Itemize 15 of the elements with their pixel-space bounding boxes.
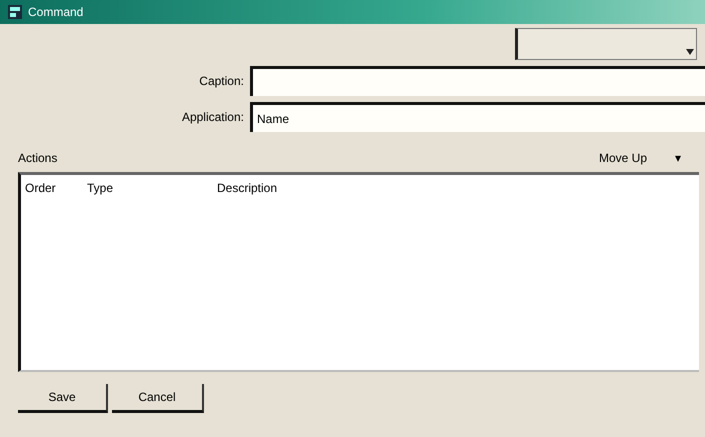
input-field[interactable]: Name [250, 102, 705, 132]
list-box[interactable]: Order Type Description [18, 172, 699, 372]
save-button[interactable]: Save [18, 384, 108, 413]
column-header[interactable]: Description [217, 179, 278, 197]
input-field[interactable] [250, 66, 705, 96]
column-header[interactable]: Type [87, 179, 217, 197]
field-label: Application: [180, 109, 244, 126]
section-label: Actions [18, 150, 58, 167]
move-up-button[interactable]: Move Up [592, 148, 653, 168]
dropdown[interactable] [515, 28, 697, 60]
field-label: Caption: [198, 73, 244, 90]
cancel-button[interactable]: Cancel [112, 384, 204, 413]
column-header[interactable]: Order [25, 179, 87, 197]
window-title: Command [28, 4, 84, 21]
app-icon [8, 5, 22, 19]
